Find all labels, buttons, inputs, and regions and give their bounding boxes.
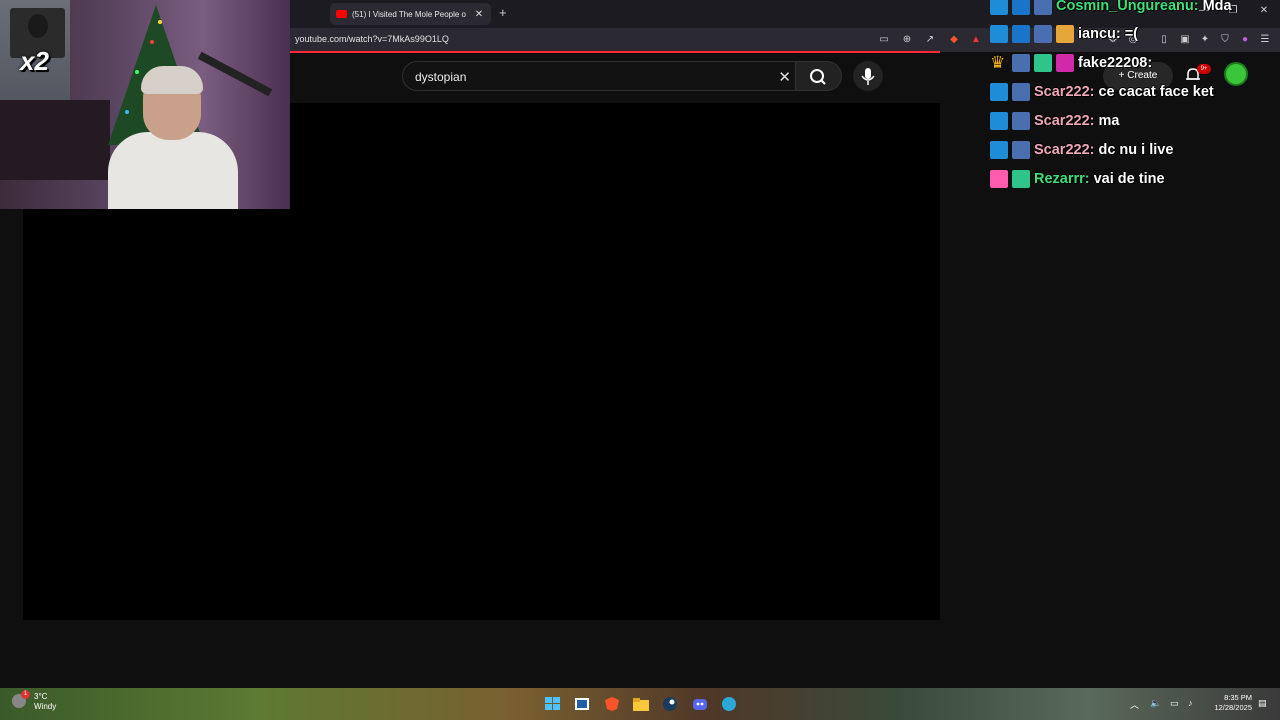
chat-username[interactable]: Cosmin_Ungureanu:	[1056, 0, 1199, 14]
shirt	[108, 132, 238, 209]
pink-badge-icon	[1056, 54, 1074, 72]
chat-username[interactable]: Scar222:	[1034, 113, 1094, 129]
mini-webcam-person	[28, 14, 48, 38]
vip-badge-icon	[1012, 25, 1030, 43]
chat-message-text: =(	[1124, 26, 1138, 42]
chat-message-text: dc nu i live	[1098, 142, 1174, 158]
microphone-icon	[861, 68, 875, 85]
sofa	[0, 100, 110, 180]
alien-badge-icon	[990, 170, 1008, 188]
browser-tab[interactable]: (51) I Visited The Mole People o ✕	[330, 3, 491, 25]
beanie	[141, 66, 203, 94]
windows-taskbar: 1 3°C Windy ︿ 🔈 ▭ ♪ 8:35 PM 12/28/2025 ▤	[0, 688, 1280, 720]
gift-badge-icon	[1034, 54, 1052, 72]
clock-date: 12/28/2025	[1214, 703, 1252, 712]
clock[interactable]: 8:35 PM 12/28/2025	[1208, 693, 1252, 713]
clear-search-button[interactable]: ✕	[778, 68, 791, 86]
chat-username[interactable]: iancu:	[1078, 26, 1121, 42]
tab-close-button[interactable]: ✕	[473, 9, 485, 20]
chat-message-text: ce cacat face ket	[1098, 84, 1214, 100]
mod-badge-icon	[990, 83, 1008, 101]
chat-username[interactable]: Scar222:	[1034, 142, 1094, 158]
profile-icon[interactable]: ●	[1238, 33, 1252, 47]
menu-icon[interactable]: ☰	[1258, 33, 1272, 47]
chevron-up-icon[interactable]: ︿	[1130, 698, 1139, 711]
gift-badge-icon	[1012, 170, 1030, 188]
speaker-icon[interactable]: 🔈	[1150, 698, 1161, 709]
mod-badge-icon	[990, 0, 1008, 15]
webcam-overlay: x2	[0, 0, 290, 209]
pip-icon[interactable]: ▭	[877, 33, 891, 47]
brave-shield-icon[interactable]: ◆	[947, 33, 961, 47]
chat-message-text: ma	[1098, 113, 1120, 129]
network-icon[interactable]: ▭	[1170, 698, 1179, 709]
discord-icon[interactable]	[691, 696, 709, 712]
tree-light	[150, 40, 154, 44]
chat-message: Scar222: dc nu i live	[990, 138, 1173, 162]
file-explorer-icon[interactable]	[632, 696, 650, 712]
chat-message: iancu: =(	[990, 22, 1138, 46]
wallet-icon[interactable]: ▣	[1178, 33, 1192, 47]
vip-badge-icon	[1012, 0, 1030, 15]
chat-username[interactable]: Scar222:	[1034, 84, 1094, 100]
search-input[interactable]: dystopian	[415, 70, 466, 84]
vpn-icon[interactable]: ⛉	[1218, 33, 1232, 47]
multiplier-label: x2	[20, 46, 49, 76]
sidebar-icon[interactable]: ▯	[1157, 33, 1171, 47]
weather-alert-badge: 1	[21, 690, 30, 699]
chat-message-text: vai de tine	[1093, 171, 1165, 187]
zoom-icon[interactable]: ⊕	[900, 33, 914, 47]
steam-icon[interactable]	[661, 696, 679, 712]
windows-start-icon[interactable]	[544, 696, 562, 712]
voice-search-button[interactable]	[853, 61, 883, 91]
account-avatar[interactable]	[1224, 62, 1248, 86]
new-tab-button[interactable]: +	[499, 5, 507, 20]
chat-message-text: Mda	[1202, 0, 1232, 14]
leo-ai-icon[interactable]: ✦	[1198, 33, 1212, 47]
browser-app-icon[interactable]	[720, 696, 738, 712]
notification-center-icon[interactable]: ▤	[1258, 698, 1267, 709]
crown-badge-icon: ♛	[990, 53, 1006, 72]
mod-badge-icon	[990, 112, 1008, 130]
streamer	[108, 66, 238, 209]
share-icon[interactable]: ↗	[923, 33, 937, 47]
helper-badge-icon	[1012, 54, 1030, 72]
mod-badge-icon	[990, 25, 1008, 43]
chat-message: Rezarrr: vai de tine	[990, 167, 1165, 191]
helper-badge-icon	[1012, 112, 1030, 130]
chat-username[interactable]: Rezarrr:	[1034, 171, 1090, 187]
tree-light	[158, 20, 162, 24]
weather-widget[interactable]: 1 3°C Windy	[12, 690, 56, 712]
brave-browser-icon[interactable]	[603, 696, 621, 712]
chat-username[interactable]: fake22208:	[1078, 55, 1152, 71]
mod-badge-icon	[990, 141, 1008, 159]
chat-message: Scar222: ce cacat face ket	[990, 80, 1214, 104]
search-box[interactable]: dystopian ✕	[402, 61, 796, 91]
helper-badge-icon	[1012, 83, 1030, 101]
helper-badge-icon	[1012, 141, 1030, 159]
youtube-favicon-icon	[336, 10, 347, 18]
sub-badge-icon	[1056, 25, 1074, 43]
task-view-icon[interactable]	[573, 696, 591, 712]
search-button[interactable]	[796, 61, 842, 91]
clock-time: 8:35 PM	[1224, 693, 1252, 702]
helper-badge-icon	[1034, 0, 1052, 15]
chat-message: Cosmin_Ungureanu: Mda	[990, 0, 1232, 18]
chat-message: ♛ fake22208:	[990, 51, 1156, 75]
url-text[interactable]: youtube.com/watch?v=7MkAs99O1LQ	[295, 34, 449, 44]
close-window-icon[interactable]: ✕	[1257, 4, 1271, 18]
brave-rewards-icon[interactable]: ▲	[969, 33, 983, 47]
notification-badge: 9+	[1197, 64, 1211, 74]
helper-badge-icon	[1034, 25, 1052, 43]
tab-title: (51) I Visited The Mole People o	[352, 9, 466, 19]
volume-icon[interactable]: ♪	[1188, 698, 1193, 708]
chat-message: Scar222: ma	[990, 109, 1119, 133]
search-icon	[810, 69, 826, 85]
